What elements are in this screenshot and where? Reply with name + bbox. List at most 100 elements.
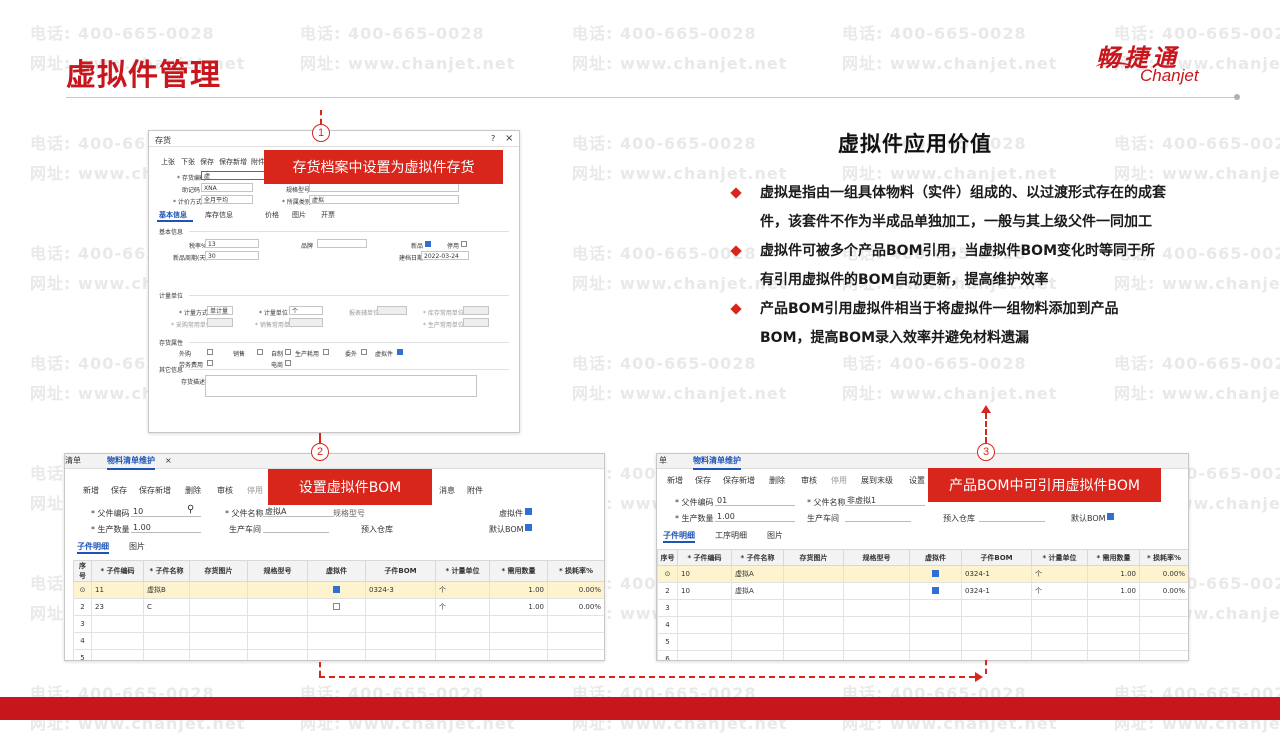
table-cell[interactable]	[961, 616, 1032, 634]
attr-ecommerce-checkbox[interactable]	[285, 360, 291, 366]
table-cell[interactable]	[247, 615, 308, 633]
table-cell[interactable]: 0.00%	[1139, 565, 1188, 583]
new-checkbox[interactable]	[425, 241, 431, 247]
toolbar-expand[interactable]: 展到末级	[861, 475, 893, 486]
table-cell[interactable]	[731, 616, 784, 634]
table-cell[interactable]	[843, 616, 910, 634]
method-select[interactable]: 单计量	[207, 306, 233, 315]
default-bom-checkbox[interactable]	[1107, 513, 1114, 520]
column-header[interactable]: * 子件编码	[91, 560, 144, 582]
toolbar-delete[interactable]: 删除	[185, 485, 201, 496]
table-cell[interactable]: 0.00%	[547, 598, 604, 616]
virtual-cell[interactable]	[307, 598, 366, 616]
parent-code-input[interactable]: 01	[715, 495, 795, 506]
subtab-images[interactable]: 图片	[129, 541, 145, 552]
virtual-cell[interactable]	[909, 599, 962, 617]
attr-self-checkbox[interactable]	[285, 349, 291, 355]
default-bom-checkbox[interactable]	[525, 524, 532, 531]
table-cell[interactable]: 4	[73, 632, 92, 650]
table-cell[interactable]	[961, 633, 1032, 651]
toolbar-save[interactable]: 保存	[695, 475, 711, 486]
toolbar-save-new[interactable]: 保存新增	[219, 157, 247, 167]
virtual-cell[interactable]	[909, 565, 962, 583]
workshop-select[interactable]	[263, 522, 329, 533]
toolbar-disable[interactable]: 停用	[247, 485, 263, 496]
table-cell[interactable]	[1087, 650, 1140, 660]
table-cell[interactable]: 0324-3	[365, 581, 436, 599]
table-cell[interactable]	[91, 632, 144, 650]
table-cell[interactable]	[677, 616, 732, 634]
table-cell[interactable]: 1.00	[1087, 565, 1140, 583]
tab-image[interactable]: 图片	[292, 210, 306, 220]
virtual-cell[interactable]	[909, 582, 962, 600]
table-cell[interactable]: 1.00	[1087, 582, 1140, 600]
column-header[interactable]: 序号	[657, 549, 678, 566]
column-header[interactable]: * 计量单位	[435, 560, 490, 582]
qty-input[interactable]: 1.00	[131, 522, 201, 533]
qty-input[interactable]: 1.00	[715, 511, 795, 522]
table-cell[interactable]	[843, 633, 910, 651]
table-cell[interactable]	[247, 632, 308, 650]
table-cell[interactable]	[783, 650, 844, 660]
attr-purchased-checkbox[interactable]	[207, 349, 213, 355]
tab-prev[interactable]: 清单	[65, 454, 81, 468]
virtual-checkbox[interactable]	[333, 585, 340, 593]
table-cell[interactable]: 0324-1	[961, 582, 1032, 600]
table-cell[interactable]	[677, 599, 732, 617]
virtual-cell[interactable]	[909, 633, 962, 651]
table-cell[interactable]	[189, 598, 248, 616]
table-cell[interactable]	[247, 581, 308, 599]
table-cell[interactable]: 1.00	[489, 581, 548, 599]
column-header[interactable]: 虚拟件	[307, 560, 366, 582]
table-cell[interactable]	[1031, 616, 1088, 634]
table-cell[interactable]: 虚拟B	[143, 581, 190, 599]
table-cell[interactable]	[189, 581, 248, 599]
close-icon[interactable]: ×	[505, 133, 513, 144]
toolbar-attach[interactable]: 附件	[467, 485, 483, 496]
table-cell[interactable]: 23	[91, 598, 144, 616]
table-cell[interactable]	[547, 649, 604, 660]
table-cell[interactable]: 个	[1031, 565, 1088, 583]
attr-service-checkbox[interactable]	[207, 360, 213, 366]
cost-select[interactable]: 全月平均	[201, 195, 253, 204]
table-cell[interactable]	[783, 599, 844, 617]
toolbar-settings[interactable]: 设置	[909, 475, 925, 486]
table-cell[interactable]	[1031, 650, 1088, 660]
table-cell[interactable]	[547, 632, 604, 650]
table-cell[interactable]: 10	[677, 565, 732, 583]
table-cell[interactable]: C	[143, 598, 190, 616]
table-row[interactable]: 5	[73, 649, 604, 660]
attr-production-checkbox[interactable]	[323, 349, 329, 355]
virtual-checkbox[interactable]	[333, 602, 340, 610]
table-cell[interactable]	[365, 598, 436, 616]
tab-basic[interactable]: 基本信息	[159, 210, 187, 220]
table-row[interactable]: 3	[73, 615, 604, 633]
table-cell[interactable]	[783, 616, 844, 634]
table-cell[interactable]	[783, 582, 844, 600]
desc-textarea[interactable]	[205, 375, 477, 397]
virtual-checkbox[interactable]	[932, 569, 939, 577]
tab-bom-maintenance[interactable]: 物料清单维护	[107, 454, 155, 470]
category-select[interactable]: 虚拟	[309, 195, 459, 204]
row-indicator-icon[interactable]: ⊙	[657, 565, 678, 583]
tab-stock[interactable]: 库存信息	[205, 210, 233, 220]
table-cell[interactable]	[189, 632, 248, 650]
table-row[interactable]: ⊙ 11 虚拟B 0324-3 个 1.00 0.00%	[73, 581, 604, 599]
purchase-unit-select[interactable]	[207, 318, 233, 327]
virtual-checkbox[interactable]	[932, 586, 939, 594]
column-header[interactable]: * 需用数量	[1087, 549, 1140, 566]
report-select[interactable]	[377, 306, 407, 315]
attr-virtual-checkbox[interactable]	[397, 349, 403, 355]
table-row[interactable]: 4	[657, 616, 1188, 634]
table-cell[interactable]: 6	[657, 650, 678, 660]
table-row[interactable]: 4	[73, 632, 604, 650]
table-cell[interactable]	[1139, 599, 1188, 617]
table-cell[interactable]	[189, 615, 248, 633]
unit-select[interactable]: 个	[289, 306, 323, 315]
table-row[interactable]: 2 10 虚拟A 0324-1 个 1.00 0.00%	[657, 582, 1188, 600]
table-cell[interactable]	[435, 615, 490, 633]
table-cell[interactable]	[961, 650, 1032, 660]
created-input[interactable]: 2022-03-24	[421, 251, 469, 260]
stock-unit-select[interactable]	[463, 306, 489, 315]
table-cell[interactable]	[783, 565, 844, 583]
